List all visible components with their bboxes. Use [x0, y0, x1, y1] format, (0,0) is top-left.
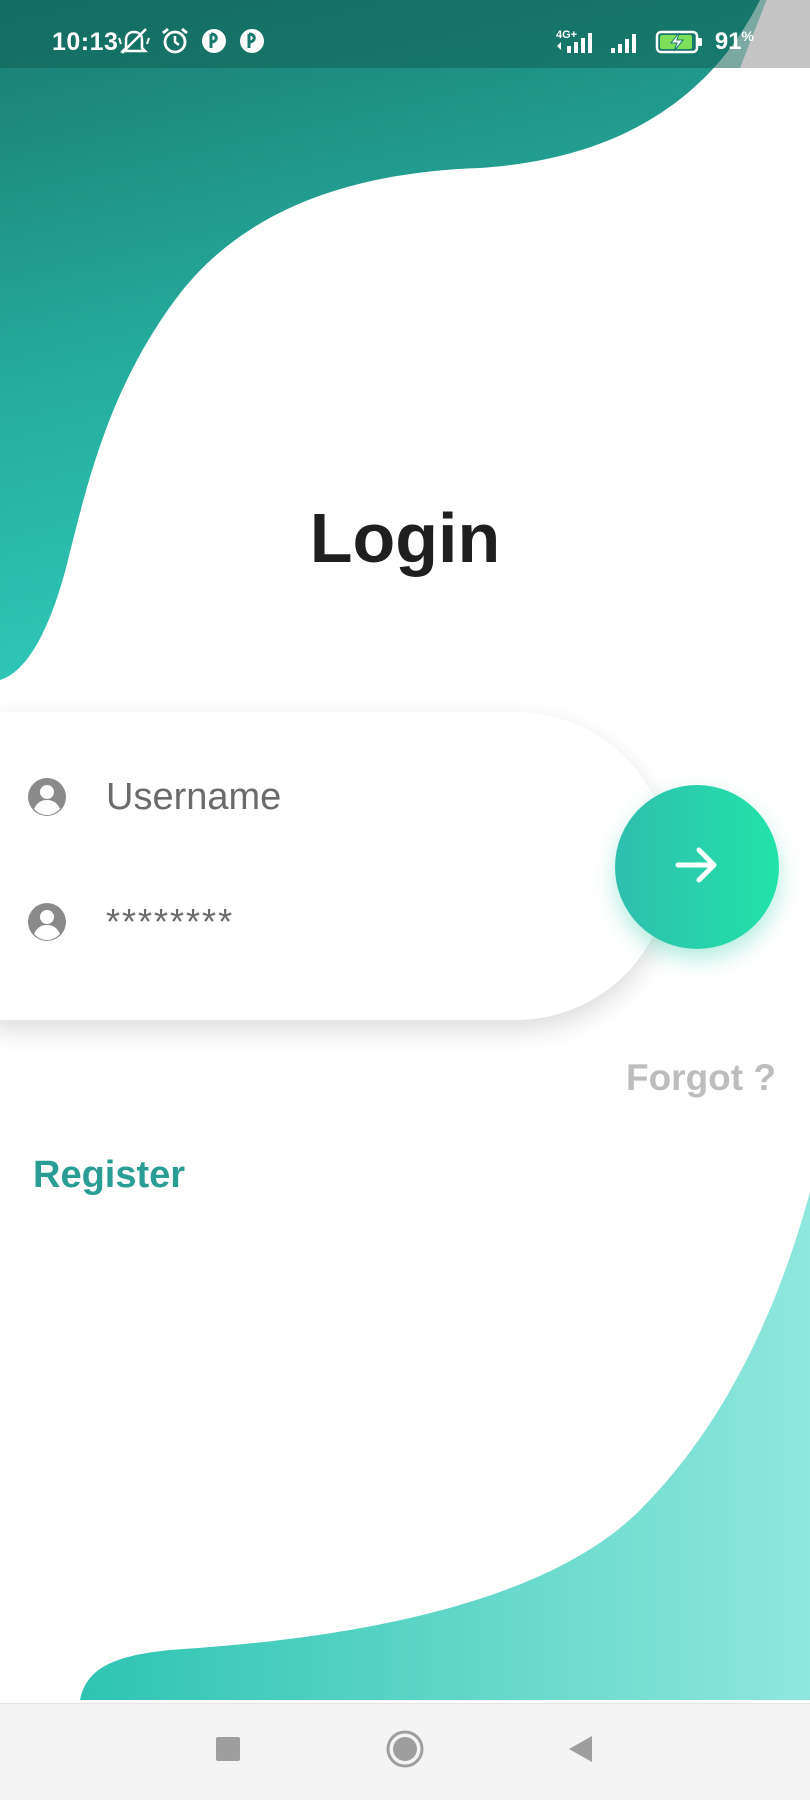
status-icons-left — [118, 26, 266, 56]
username-input[interactable] — [106, 767, 526, 827]
battery-percent: 91% — [715, 28, 754, 56]
app-notification-icon — [238, 27, 266, 55]
signal-icon — [609, 30, 645, 54]
status-time: 10:13 — [52, 28, 119, 56]
system-navigation-bar — [0, 1703, 810, 1800]
home-button[interactable] — [380, 1726, 430, 1776]
page-title: Login — [309, 499, 501, 577]
login-form-card — [0, 712, 670, 1020]
username-field[interactable] — [0, 757, 560, 837]
app-notification-icon — [200, 27, 228, 55]
arrow-right-icon — [672, 840, 722, 895]
muted-notification-icon — [118, 26, 150, 56]
battery-percent-unit: % — [741, 28, 754, 44]
account-circle-icon — [27, 777, 67, 817]
recents-button[interactable] — [203, 1726, 253, 1776]
battery-charging-icon — [655, 29, 705, 55]
signal-icon — [555, 30, 599, 54]
password-field[interactable] — [0, 882, 560, 962]
back-button[interactable] — [555, 1726, 605, 1776]
status-icons-right: 91% — [555, 28, 754, 56]
login-submit-button[interactable] — [615, 785, 779, 949]
battery-percent-value: 91 — [714, 28, 742, 55]
home-circle-icon — [385, 1729, 425, 1774]
register-link[interactable]: Register — [33, 1154, 185, 1197]
recents-square-icon — [215, 1736, 241, 1767]
forgot-password-link[interactable]: Forgot ? — [626, 1057, 776, 1099]
account-circle-icon — [27, 902, 67, 942]
alarm-icon — [160, 26, 190, 56]
login-screen: 10:13 4G+ 91 % Login Username ******** F… — [0, 0, 810, 1800]
bottom-wave-decoration — [80, 1192, 810, 1700]
password-input[interactable] — [106, 892, 526, 952]
back-triangle-icon — [566, 1734, 594, 1769]
top-wave-decoration — [0, 0, 760, 680]
status-bar: 10:13 4G+ 91 % — [0, 0, 810, 68]
